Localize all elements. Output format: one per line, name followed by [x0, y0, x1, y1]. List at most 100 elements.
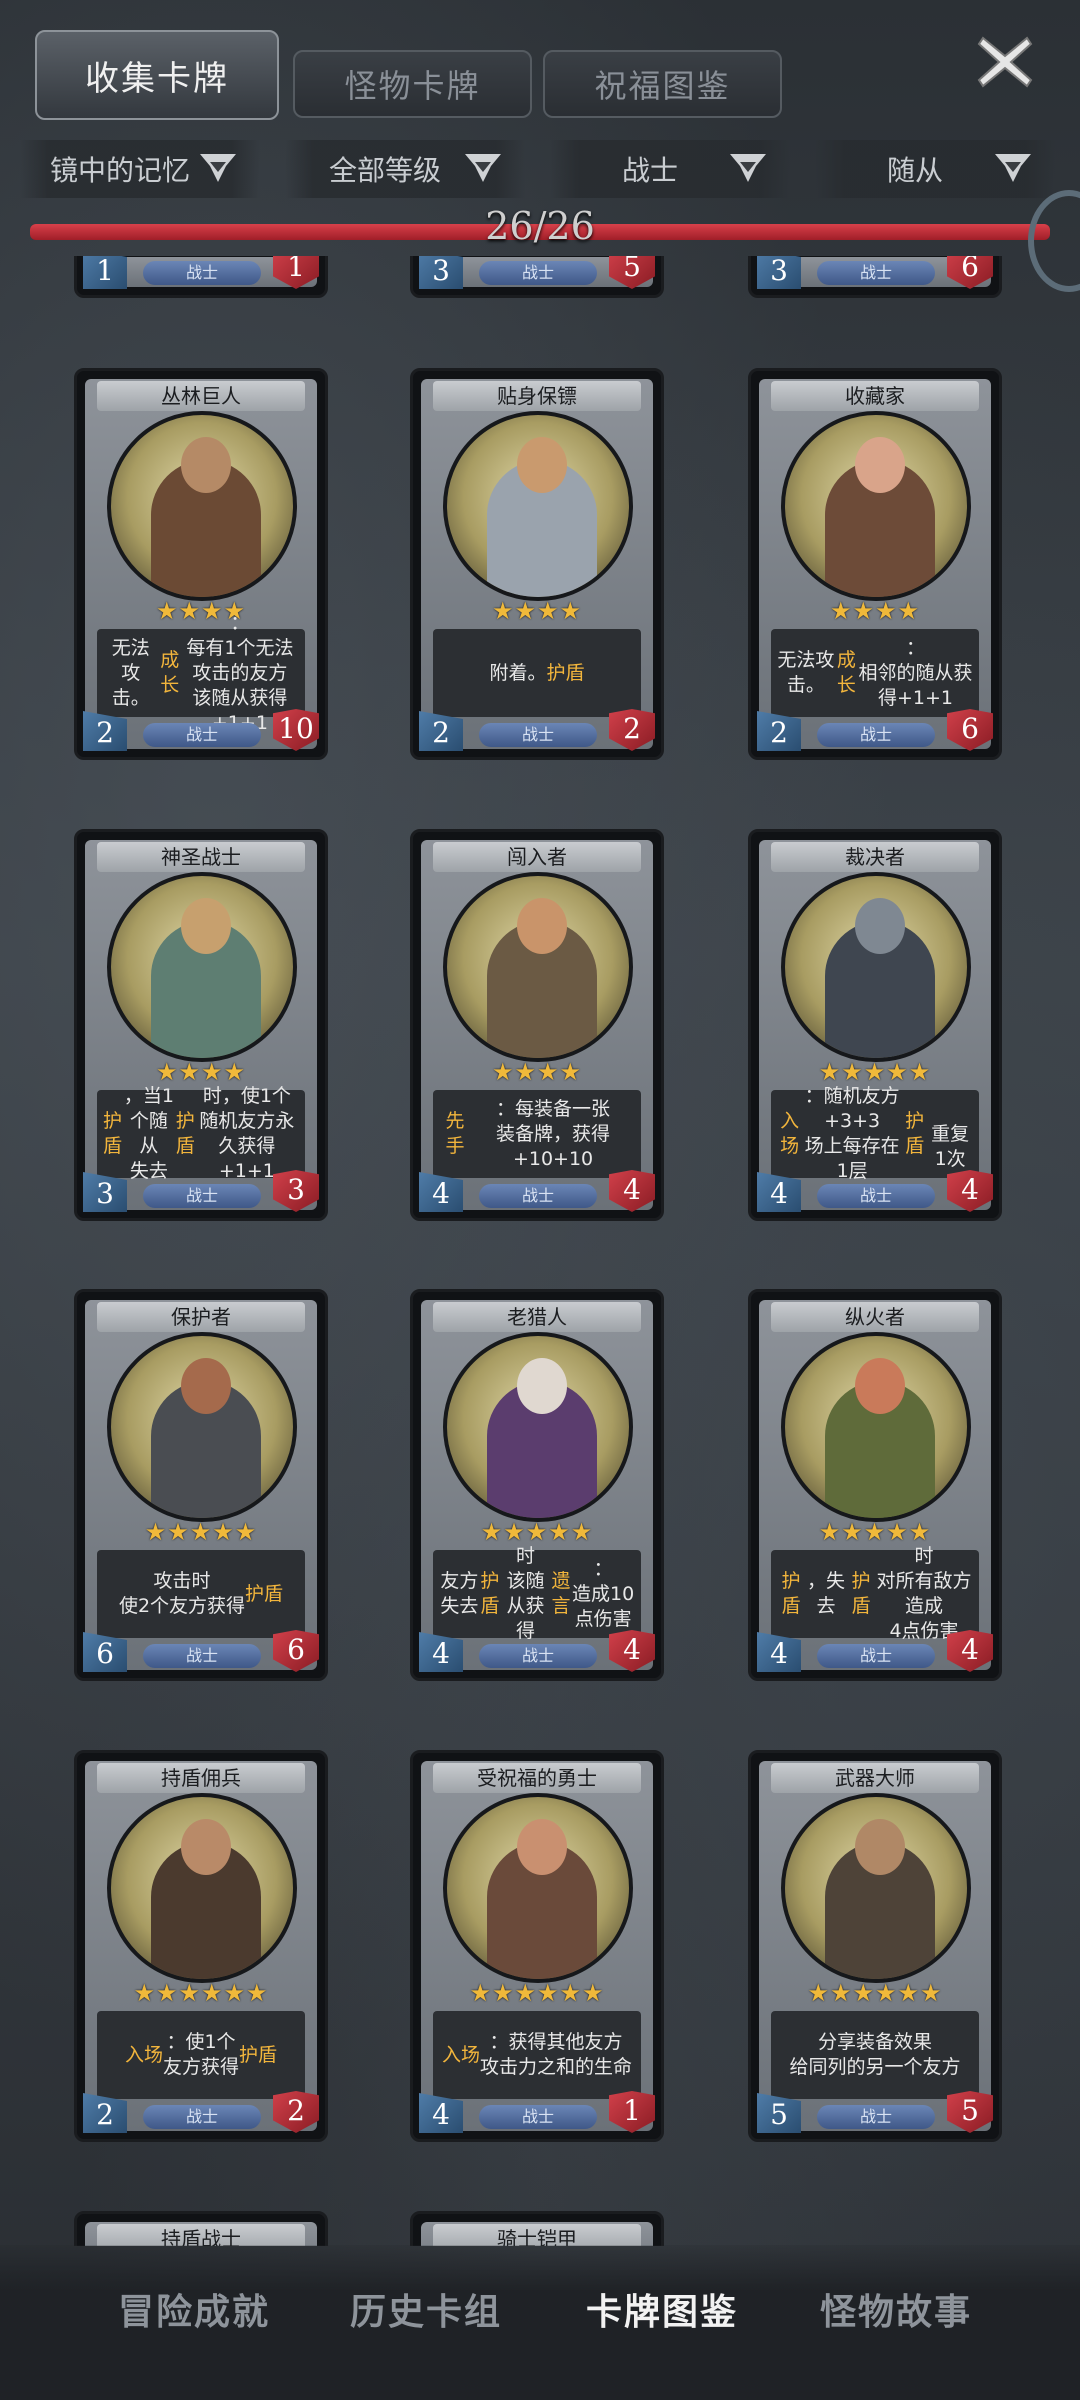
card-description: 攻击时 使2个友方获得 护盾 — [97, 1550, 305, 1638]
card[interactable]: 1 战士 1 — [74, 256, 328, 298]
card-portrait — [107, 411, 297, 601]
card-portrait — [107, 1793, 297, 1983]
card[interactable]: 贴身保镖 ★★★★ 附着。 护盾 2 战士 2 — [410, 368, 664, 760]
card-portrait — [781, 1332, 971, 1522]
card-portrait — [781, 411, 971, 601]
card[interactable]: 神圣战士 ★★★★ 护盾 ，当1个随从 失去 护盾 时，使1个 随机友方永久获得+1+1 3… — [74, 829, 328, 1221]
keyword: 入场 — [780, 1110, 800, 1157]
card-description: 护盾 ，当1个随从 失去 护盾 时，使1个 随机友方永久获得+1+1 — [97, 1085, 305, 1182]
tab-monster-cards[interactable]: 怪物卡牌 — [293, 50, 532, 118]
keyword: 先手 — [445, 1110, 465, 1157]
card[interactable]: 收藏家 ★★★★ 无法攻击。 成长： 相邻的随从获得+1+1 2 战士 6 — [748, 368, 1002, 760]
description-text: ，失去 — [806, 1570, 845, 1617]
description-text: 时 该随从获得 — [506, 1545, 545, 1642]
keyword: 成长 — [836, 649, 856, 696]
card-name: 保护者 — [97, 1302, 305, 1332]
card[interactable]: 武器大师 ★★★★★★ 分享装备效果 给同列的另一个友方 5 战士 5 — [748, 1750, 1002, 2142]
description-text: ： 造成10点伤害 — [572, 1557, 635, 1630]
card-stars: ★★★★★★ — [469, 1979, 605, 2007]
portrait-head — [517, 437, 567, 493]
keyword: 护盾 — [103, 1110, 123, 1157]
filter-expansion[interactable]: 镜中的记忆 — [20, 140, 260, 198]
card[interactable]: 3 战士 5 — [410, 256, 664, 298]
description-text: ：每装备一张 装备牌，获得+10+10 — [496, 1097, 611, 1170]
card[interactable]: 受祝福的勇士 ★★★★★★ 入场 ：获得其他友方 攻击力之和的生命 4 战士 1 — [410, 1750, 664, 2142]
card[interactable]: 持盾战士 — [74, 2211, 328, 2246]
card-description: 先手 ：每装备一张 装备牌，获得+10+10 — [433, 1090, 641, 1178]
card[interactable]: 纵火者 ★★★★★ 护盾 ，失去 护盾时 对所有敌方造成 4点伤害 4 战士 4 — [748, 1289, 1002, 1681]
card-name: 武器大师 — [771, 1763, 979, 1793]
chevron-down-icon — [465, 154, 501, 182]
tab-collected-cards[interactable]: 收集卡牌 — [35, 30, 279, 120]
card[interactable]: 骑士铠甲 — [410, 2211, 664, 2246]
portrait-head — [855, 1358, 905, 1414]
card[interactable]: 裁决者 ★★★★★ 入场 ：随机友方+3+3 场上每存在1层 护盾 重复1次 4 战士 4 — [748, 829, 1002, 1221]
keyword: 遗言 — [551, 1570, 571, 1617]
class-tag: 战士 — [479, 1184, 597, 1208]
description-text: 分享装备效果 给同列的另一个友方 — [789, 2031, 961, 2078]
description-text: 攻击时 使2个友方获得 — [118, 1570, 246, 1617]
card-stars: ★★★★★ — [480, 1518, 594, 1546]
filter-level[interactable]: 全部等级 — [285, 140, 525, 198]
card-portrait — [107, 872, 297, 1062]
portrait-head — [855, 437, 905, 493]
nav-achievements[interactable]: 冒险成就 — [118, 2283, 270, 2335]
card-description: 护盾 ，失去 护盾时 对所有敌方造成 4点伤害 — [771, 1545, 979, 1642]
card-name: 裁决者 — [771, 842, 979, 872]
class-tag: 战士 — [817, 2105, 935, 2129]
keyword: 成长 — [160, 649, 180, 696]
keyword: 护盾 — [245, 1582, 284, 1605]
card-portrait — [781, 872, 971, 1062]
card[interactable]: 老猎人 ★★★★★ 友方失去 护盾时 该随从获得 遗言： 造成10点伤害 4 战士 4 — [410, 1289, 664, 1681]
description-text: 友方失去 — [440, 1570, 479, 1617]
keyword: 护盾 — [781, 1570, 801, 1617]
class-tag: 战士 — [817, 723, 935, 747]
card-name: 受祝福的勇士 — [433, 1763, 641, 1793]
description-text: ：获得其他友方 攻击力之和的生命 — [480, 2031, 633, 2078]
card-name: 持盾战士 — [97, 2224, 305, 2246]
card-stars: ★★★★★ — [144, 1518, 258, 1546]
card[interactable]: 闯入者 ★★★★ 先手 ：每装备一张 装备牌，获得+10+10 4 战士 4 — [410, 829, 664, 1221]
card[interactable]: 3 战士 6 — [748, 256, 1002, 298]
class-tag: 战士 — [143, 723, 261, 747]
card-description: 附着。 护盾 — [433, 629, 641, 717]
class-tag: 战士 — [143, 2105, 261, 2129]
keyword: 护盾 — [175, 1110, 195, 1157]
top-tabs: 收集卡牌 怪物卡牌 祝福图鉴 — [35, 30, 880, 120]
card-description: 入场 ：使1个 友方获得 护盾 — [97, 2011, 305, 2099]
keyword: 护盾 — [239, 2043, 278, 2066]
description-text: 附着。 — [489, 661, 547, 684]
class-tag: 战士 — [479, 2105, 597, 2129]
nav-monster-stories[interactable]: 怪物故事 — [820, 2283, 972, 2335]
filter-class-label: 战士 — [621, 154, 678, 187]
portrait-head — [855, 898, 905, 954]
chevron-down-icon — [730, 154, 766, 182]
card-description: 友方失去 护盾时 该随从获得 遗言： 造成10点伤害 — [433, 1545, 641, 1642]
filter-card-type[interactable]: 随从 — [815, 140, 1055, 198]
card-stars: ★★★★ — [829, 597, 921, 625]
card-description: 分享装备效果 给同列的另一个友方 — [771, 2011, 979, 2099]
description-text: ，当1个随从 失去 — [123, 1085, 174, 1182]
card-description: 无法攻击。 成长： 相邻的随从获得+1+1 — [771, 629, 979, 717]
filter-class[interactable]: 战士 — [550, 140, 790, 198]
description-text: 无法攻击。 — [777, 649, 835, 696]
card[interactable]: 持盾佣兵 ★★★★★★ 入场 ：使1个 友方获得 护盾 2 战士 2 — [74, 1750, 328, 2142]
card-stars: ★★★★★★ — [807, 1979, 943, 2007]
chevron-down-icon — [200, 154, 236, 182]
close-button[interactable] — [960, 22, 1050, 102]
card-name: 收藏家 — [771, 381, 979, 411]
card-name: 神圣战士 — [97, 842, 305, 872]
portrait-head — [517, 1819, 567, 1875]
card[interactable]: 丛林巨人★★★★无法攻击。成长： 每有1个无法攻击的友方 该随从获得+1+12战… — [74, 368, 328, 760]
keyword: 护盾 — [546, 661, 585, 684]
card-description: 入场 ：随机友方+3+3 场上每存在1层 护盾 重复1次 — [771, 1085, 979, 1182]
card-list[interactable]: 1 战士 1 3 战士 5 3 战士 6 丛林巨人 ★★★★ 无法攻击。 成长： 每有1个无法攻击的友方… — [0, 256, 1080, 2246]
class-tag: 战士 — [817, 1644, 935, 1668]
nav-card-codex[interactable]: 卡牌图鉴 — [586, 2283, 738, 2335]
nav-history-decks[interactable]: 历史卡组 — [350, 2283, 502, 2335]
description-text: 重复1次 — [931, 1122, 970, 1170]
card[interactable]: 保护者 ★★★★★ 攻击时 使2个友方获得 护盾 6 战士 6 — [74, 1289, 328, 1681]
tab-blessing-codex[interactable]: 祝福图鉴 — [543, 50, 782, 118]
card-stars: ★★★★ — [491, 1058, 583, 1086]
class-tag: 战士 — [817, 1184, 935, 1208]
